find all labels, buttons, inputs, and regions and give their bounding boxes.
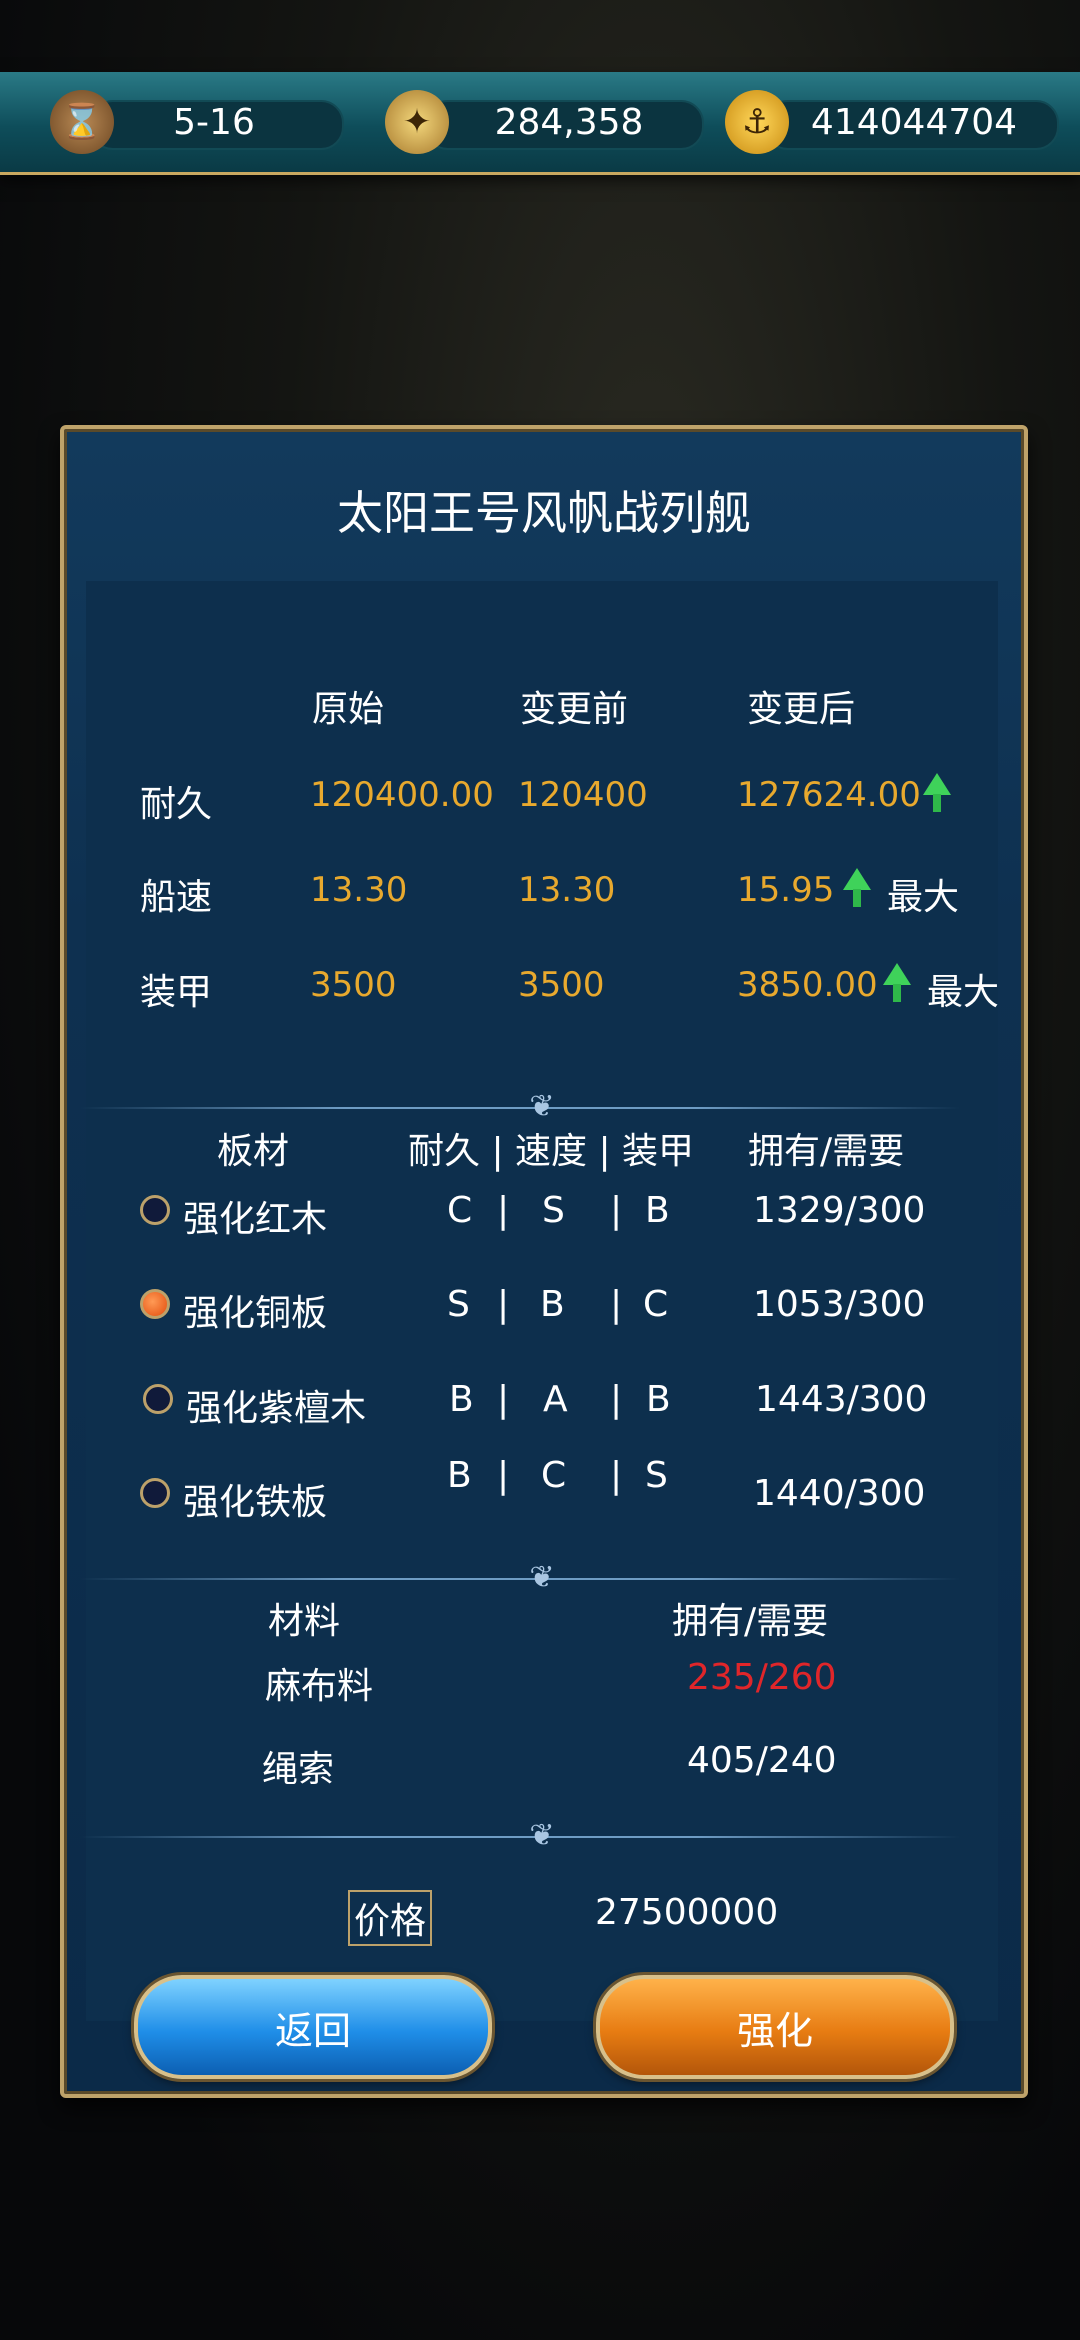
anchor-coin-icon: ⚓ — [725, 90, 789, 154]
board-own: 1329/300 — [753, 1190, 926, 1231]
board-attr-speed: B — [540, 1284, 565, 1325]
header-original: 原始 — [312, 689, 385, 730]
back-button[interactable]: 返回 — [134, 1975, 492, 2079]
gold-resource: ⚓ 414044704 — [725, 90, 1059, 154]
header-after: 变更后 — [747, 689, 856, 730]
board-attr-armor: C — [643, 1284, 669, 1325]
radio-button[interactable] — [143, 1384, 173, 1414]
stat-original: 13.30 — [310, 870, 408, 910]
ornament-icon: ❦ — [529, 1818, 555, 1853]
stat-before: 3500 — [518, 965, 605, 1005]
compass-resource: ✦ 284,358 — [385, 90, 705, 154]
radio-button[interactable] — [140, 1195, 170, 1225]
divider — [80, 1107, 960, 1109]
back-button-label: 返回 — [274, 2008, 351, 2053]
material-header: 材料 — [268, 1601, 341, 1642]
header-before: 变更前 — [520, 689, 629, 730]
compass-value: 284,358 — [494, 101, 644, 143]
stat-label-durability: 耐久 — [140, 784, 213, 825]
board-name: 强化红木 — [183, 1199, 328, 1240]
board-header-attrs: 耐久 | 速度 | 装甲 — [408, 1131, 695, 1172]
board-name: 强化紫檀木 — [186, 1388, 367, 1429]
resource-bar: ⌛ 5-16 ✦ 284,358 ⚓ 414044704 — [0, 72, 1080, 175]
stat-after: 3850.00 — [737, 965, 878, 1005]
level-value: 5-16 — [173, 101, 255, 143]
stat-after: 15.95 — [737, 870, 835, 910]
board-own: 1443/300 — [755, 1379, 928, 1420]
material-own-header: 拥有/需要 — [672, 1601, 829, 1642]
max-label: 最大 — [927, 972, 1000, 1013]
divider — [80, 1836, 960, 1838]
board-attr-armor: B — [646, 1379, 671, 1420]
gold-value: 414044704 — [810, 101, 1018, 143]
stat-before: 13.30 — [518, 870, 616, 910]
compass-icon: ✦ — [385, 90, 449, 154]
max-label: 最大 — [887, 877, 960, 918]
board-attr-speed: S — [542, 1190, 565, 1231]
board-own: 1440/300 — [753, 1473, 926, 1514]
material-own-insufficient: 235/260 — [687, 1657, 837, 1698]
board-attr-speed: C — [541, 1455, 567, 1496]
stat-original: 3500 — [310, 965, 397, 1005]
board-attr-durability: S — [447, 1284, 470, 1325]
board-header-own: 拥有/需要 — [748, 1131, 905, 1172]
material-name: 麻布料 — [265, 1666, 374, 1707]
level-resource: ⌛ 5-16 — [50, 90, 350, 154]
enhance-button-label: 强化 — [736, 2008, 813, 2053]
stat-label-armor: 装甲 — [140, 972, 213, 1013]
board-name: 强化铜板 — [183, 1293, 328, 1334]
divider — [80, 1578, 960, 1580]
board-own: 1053/300 — [753, 1284, 926, 1325]
enhance-button[interactable]: 强化 — [596, 1975, 954, 2079]
material-name: 绳索 — [262, 1749, 335, 1790]
stat-original: 120400.00 — [310, 775, 494, 815]
radio-button-selected[interactable] — [140, 1289, 170, 1319]
price-value: 27500000 — [595, 1892, 779, 1933]
stat-after: 127624.00 — [737, 775, 921, 815]
board-name: 强化铁板 — [183, 1482, 328, 1523]
board-attr-armor: B — [645, 1190, 670, 1231]
stat-label-speed: 船速 — [140, 877, 213, 918]
price-label: 价格 — [348, 1890, 433, 1946]
board-attr-durability: B — [449, 1379, 474, 1420]
radio-button[interactable] — [140, 1478, 170, 1508]
board-header-material: 板材 — [217, 1131, 290, 1172]
stat-before: 120400 — [518, 775, 648, 815]
hourglass-icon: ⌛ — [50, 90, 114, 154]
board-attr-durability: C — [447, 1190, 473, 1231]
ornament-icon: ❦ — [529, 1560, 555, 1595]
material-own: 405/240 — [687, 1740, 837, 1781]
board-attr-durability: B — [447, 1455, 472, 1496]
board-attr-speed: A — [543, 1379, 568, 1420]
board-attr-armor: S — [645, 1455, 668, 1496]
ship-title: 太阳王号风帆战列舰 — [337, 486, 751, 540]
ornament-icon: ❦ — [529, 1089, 555, 1124]
